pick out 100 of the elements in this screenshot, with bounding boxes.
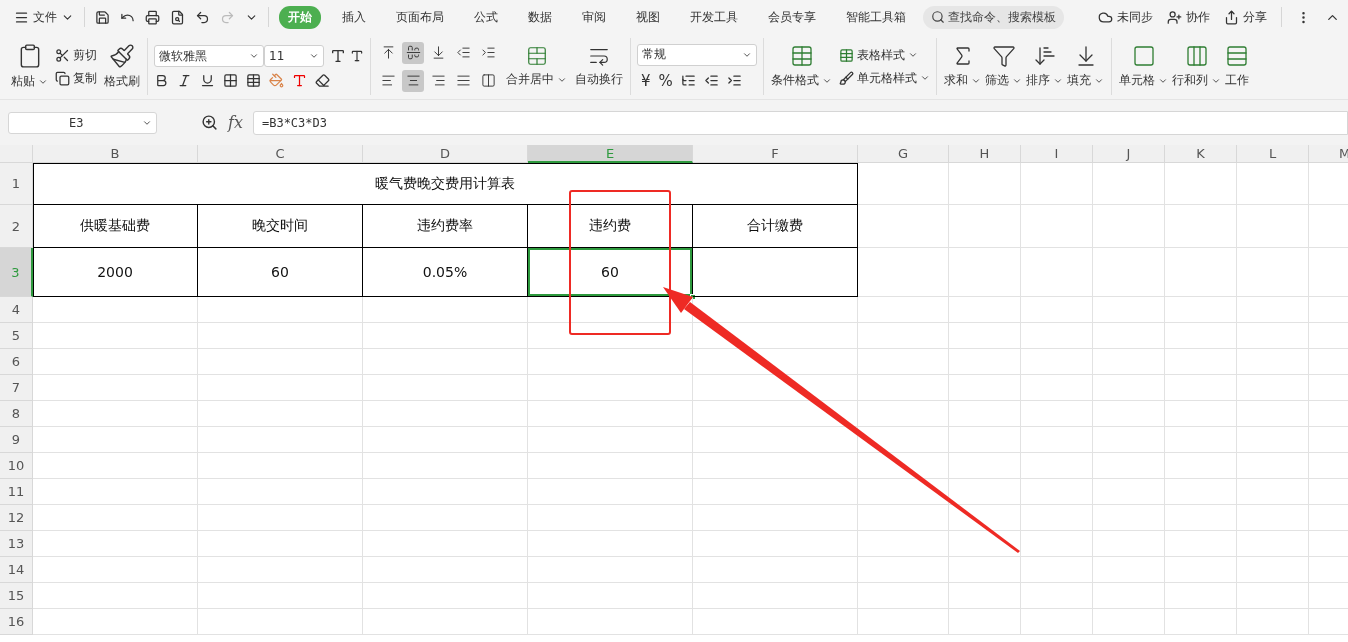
function-button[interactable]: fx <box>228 113 243 132</box>
empty-cell <box>1165 248 1237 297</box>
copy-button[interactable]: 复制 <box>55 69 97 87</box>
ribbon-tab[interactable]: 视图 <box>627 5 669 29</box>
row-header[interactable]: 16 <box>0 609 33 635</box>
column-header[interactable]: L <box>1237 145 1309 163</box>
conditional-format-button[interactable]: 条件格式 <box>770 44 833 89</box>
paste-button[interactable]: 粘贴 <box>10 43 49 90</box>
ribbon-tab[interactable]: 会员专享 <box>759 5 825 29</box>
borders-icon[interactable] <box>223 73 238 88</box>
column-header[interactable]: M <box>1309 145 1348 163</box>
column-header[interactable]: J <box>1093 145 1165 163</box>
empty-cell <box>1021 248 1093 297</box>
ribbon-tab[interactable]: 智能工具箱 <box>837 5 915 29</box>
format-painter-button[interactable]: 格式刷 <box>103 43 141 90</box>
column-header[interactable]: I <box>1021 145 1093 163</box>
column-header[interactable]: K <box>1165 145 1237 163</box>
empty-cell <box>1093 427 1165 453</box>
row-header[interactable]: 4 <box>0 297 33 323</box>
column-header[interactable]: C <box>198 145 363 163</box>
italic-icon[interactable] <box>177 73 192 88</box>
wrap-text-button[interactable]: 自动换行 <box>574 45 624 88</box>
collab-button[interactable]: 协作 <box>1167 8 1210 26</box>
empty-cell <box>949 205 1021 248</box>
sum-button[interactable]: 求和 <box>943 44 982 89</box>
empty-cell <box>1093 401 1165 427</box>
column-header[interactable]: F <box>693 145 858 163</box>
ribbon-tab[interactable]: 公式 <box>465 5 507 29</box>
ribbon-tab[interactable]: 插入 <box>333 5 375 29</box>
empty-cell <box>1021 427 1093 453</box>
table-cell: 60 <box>198 248 363 297</box>
filter-button[interactable]: 筛选 <box>984 44 1023 89</box>
cut-button[interactable]: 剪切 <box>55 46 97 64</box>
print-icon[interactable] <box>145 9 160 25</box>
cell-border-icon[interactable] <box>246 73 261 88</box>
undo-icon[interactable] <box>195 9 210 25</box>
empty-cell <box>1237 297 1309 323</box>
number-format-button[interactable]: ¥ <box>641 71 651 90</box>
formula-field[interactable]: =B3*C3*D3 <box>252 110 1348 135</box>
fill-button[interactable]: 填充 <box>1066 44 1105 89</box>
empty-cell <box>949 375 1021 401</box>
grow-font-icon[interactable] <box>330 48 346 64</box>
share-button[interactable]: 分享 <box>1224 8 1267 26</box>
center-align-button[interactable] <box>402 69 424 92</box>
font-size-field[interactable]: 11 <box>264 45 324 67</box>
empty-cell <box>1093 375 1165 401</box>
column-header[interactable]: D <box>363 145 528 163</box>
empty-cell <box>1237 427 1309 453</box>
row-header[interactable]: 11 <box>0 479 33 505</box>
ribbon-tab[interactable]: 数据 <box>519 5 561 29</box>
save-icon[interactable] <box>95 9 110 25</box>
empty-cell <box>1165 297 1237 323</box>
row-header[interactable]: 5 <box>0 323 33 349</box>
row-header[interactable]: 15 <box>0 583 33 609</box>
ribbon-tab[interactable]: 审阅 <box>573 5 615 29</box>
column-header[interactable]: H <box>949 145 1021 163</box>
shrink-font-icon[interactable] <box>350 49 364 63</box>
bold-icon[interactable] <box>154 73 169 88</box>
print-preview-icon[interactable] <box>170 9 185 25</box>
sync-button[interactable]: 未同步 <box>1098 8 1153 26</box>
column-header[interactable]: G <box>858 145 949 163</box>
row-header[interactable]: 6 <box>0 349 33 375</box>
merge-center-button[interactable]: 合并居中 <box>505 45 568 88</box>
row-header[interactable]: 7 <box>0 375 33 401</box>
empty-cell <box>1165 479 1237 505</box>
number-format-button[interactable]: % <box>658 71 673 90</box>
scissors-icon <box>55 47 70 63</box>
ribbon-tab[interactable]: 开发工具 <box>681 5 747 29</box>
brush-icon <box>839 70 854 86</box>
empty-cell <box>1021 323 1093 349</box>
sort-button[interactable]: 排序 <box>1025 44 1064 89</box>
name-box[interactable]: E3 <box>8 111 157 134</box>
table-cell: 60 <box>528 248 693 297</box>
font-name-field[interactable]: 微软雅黑 <box>154 45 264 67</box>
file-menu[interactable]: 文件 <box>14 8 74 26</box>
row-header[interactable]: 2 <box>0 205 33 248</box>
eraser-icon[interactable] <box>315 73 330 88</box>
paint-bucket-icon[interactable] <box>269 73 284 88</box>
ribbon-tab[interactable]: 页面布局 <box>387 5 453 29</box>
row-header[interactable]: 12 <box>0 505 33 531</box>
row-header[interactable]: 14 <box>0 557 33 583</box>
cell-style-button[interactable]: 单元格样式 <box>839 69 930 87</box>
underline-icon[interactable] <box>200 73 215 88</box>
table-style-button[interactable]: 表格样式 <box>839 46 930 64</box>
cells-button[interactable]: 单元格 <box>1118 44 1169 89</box>
font-color-icon[interactable] <box>292 73 307 88</box>
row-header[interactable]: 9 <box>0 427 33 453</box>
row-header[interactable]: 10 <box>0 453 33 479</box>
zoom-icon[interactable] <box>201 114 218 131</box>
number-format-field[interactable]: 常规 <box>637 43 757 66</box>
column-header[interactable]: B <box>33 145 198 163</box>
rowcol-button[interactable]: 行和列 <box>1171 44 1222 89</box>
sheet-button[interactable]: 工作 <box>1224 44 1250 89</box>
row-header[interactable]: 8 <box>0 401 33 427</box>
search-field[interactable]: 查找命令、搜索模板 <box>923 5 1064 29</box>
row-header[interactable]: 13 <box>0 531 33 557</box>
empty-cell <box>1021 297 1093 323</box>
row-header[interactable]: 1 <box>0 163 33 205</box>
middle-align-button[interactable] <box>402 41 424 64</box>
caret-icon <box>920 73 930 83</box>
